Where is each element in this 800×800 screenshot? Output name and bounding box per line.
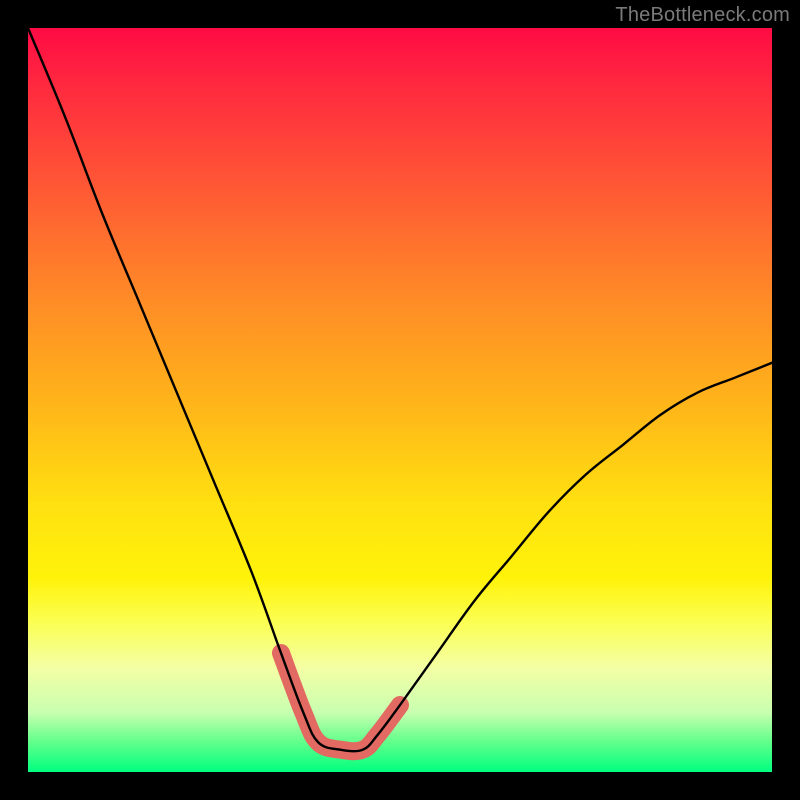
watermark-text: TheBottleneck.com <box>615 4 790 27</box>
bottleneck-curve-line <box>28 28 772 751</box>
chart-frame: TheBottleneck.com <box>0 0 800 800</box>
chart-svg <box>28 28 772 772</box>
